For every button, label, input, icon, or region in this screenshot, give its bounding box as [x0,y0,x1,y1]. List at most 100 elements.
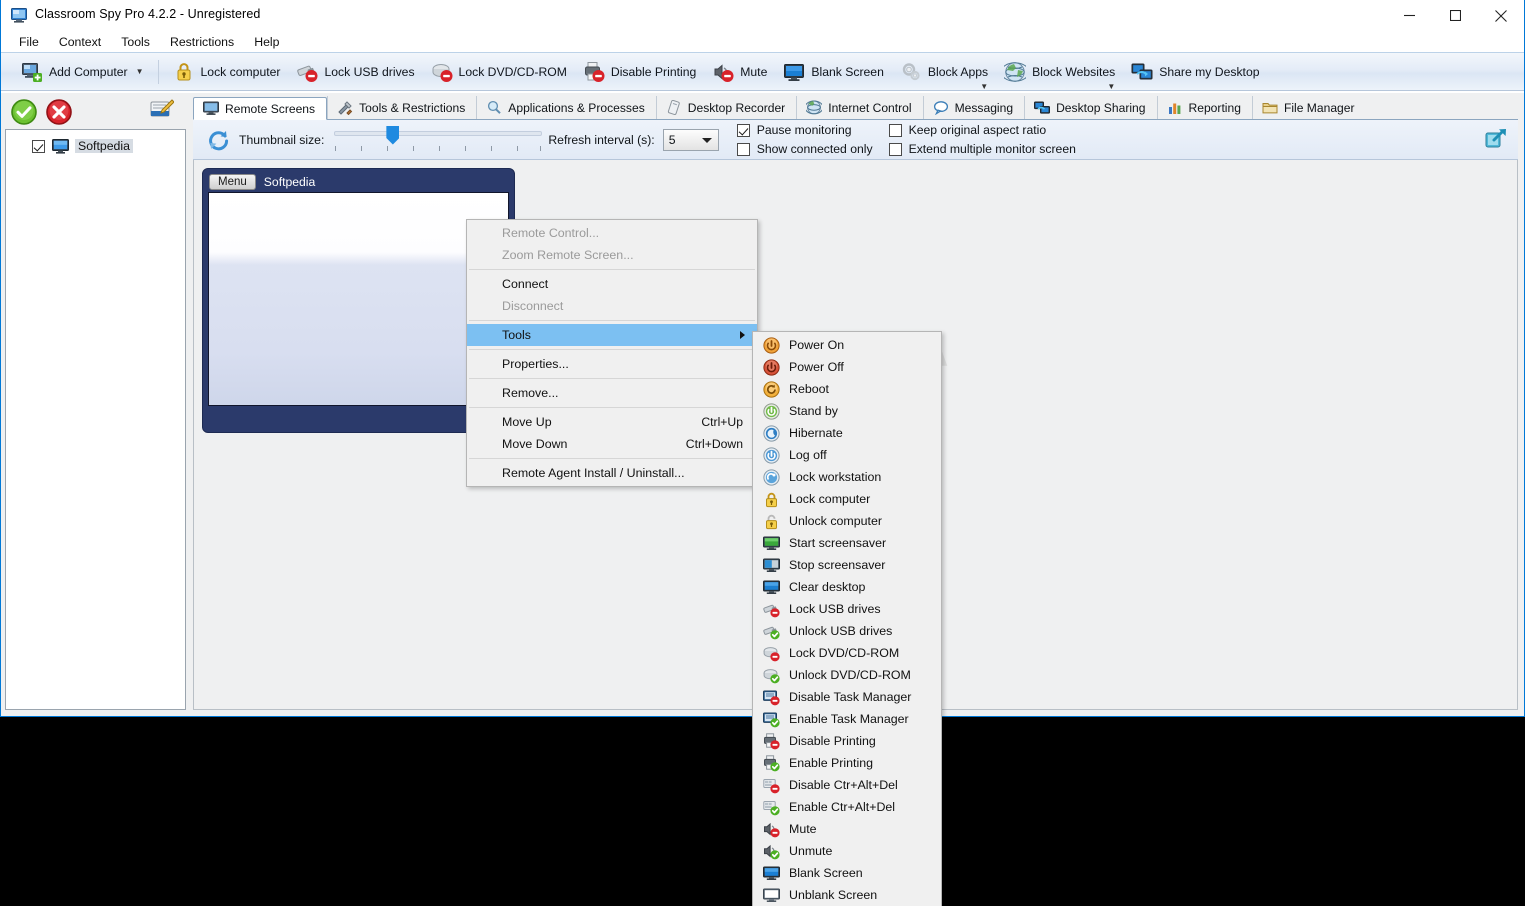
checkbox-show-connected-only[interactable]: Show connected only [736,140,873,159]
speaker-allow-icon [763,843,780,860]
submenu-item-stop-screensaver[interactable]: Stop screensaver [753,554,941,576]
context-menu-item-remove[interactable]: Remove... [467,382,757,404]
thumbnail-size-slider[interactable] [334,125,543,155]
refresh-icon[interactable] [205,127,231,153]
speaker-deny-icon [712,61,734,83]
submenu-item-lock-workstation[interactable]: Lock workstation [753,466,941,488]
submenu-item-enable-task-manager[interactable]: Enable Task Manager [753,708,941,730]
chevron-down-icon[interactable]: ▼ [136,67,144,76]
menu-tools[interactable]: Tools [111,33,160,51]
submenu-item-disable-task-manager[interactable]: Disable Task Manager [753,686,941,708]
tab-file-manager[interactable]: File Manager [1251,96,1366,119]
computer-tree[interactable]: Softpedia [5,129,186,710]
submenu-item-enable-ctrl-alt-del[interactable]: Enable Ctr+Alt+Del [753,796,941,818]
context-menu-item-connect[interactable]: Connect [467,273,757,295]
submenu-item-log-off[interactable]: Log off [753,444,941,466]
tab-internet-control[interactable]: Internet Control [796,96,922,119]
chevron-down-icon[interactable] [701,137,712,143]
menu-context[interactable]: Context [49,33,111,51]
submenu-item-lock-computer[interactable]: Lock computer [753,488,941,510]
thumbnail-menu-button[interactable]: Menu [209,174,256,190]
chevron-down-icon[interactable]: ▼ [1107,82,1115,91]
tab-desktop-sharing[interactable]: Desktop Sharing [1024,96,1156,119]
tab-remote-screens[interactable]: Remote Screens [193,97,328,120]
submenu-item-unlock-computer[interactable]: Unlock computer [753,510,941,532]
minimize-button[interactable] [1386,0,1432,31]
checkbox-box[interactable] [736,123,750,137]
submenu-item-lock-usb-drives[interactable]: Lock USB drives [753,598,941,620]
submenu-item-disable-ctrl-alt-del[interactable]: Disable Ctr+Alt+Del [753,774,941,796]
submenu-item-label: Log off [789,448,827,462]
thumbnail-screen-preview[interactable] [208,192,509,406]
submenu-item-power-off[interactable]: Power Off [753,356,941,378]
checkbox-box[interactable] [888,123,902,137]
submenu-item-mute[interactable]: Mute [753,818,941,840]
submenu-item-hibernate[interactable]: Hibernate [753,422,941,444]
list-item[interactable]: Softpedia [10,136,181,156]
checkbox-box[interactable] [888,142,902,156]
toolbar-block-websites[interactable]: Block Websites ▼ [996,57,1123,91]
tab-tools-restrictions[interactable]: Tools & Restrictions [327,96,476,119]
submenu-item-enable-printing[interactable]: Enable Printing [753,752,941,774]
context-menu-item-tools[interactable]: Tools [467,324,757,346]
submenu-item-disable-printing[interactable]: Disable Printing [753,730,941,752]
toolbar-disable-printing[interactable]: Disable Printing [575,57,704,87]
toolbar-share-desktop[interactable]: Share my Desktop [1123,57,1267,87]
toolbar-lock-computer[interactable]: Lock computer [165,57,289,87]
submenu-item-label: Lock computer [789,492,871,506]
maximize-button[interactable] [1432,0,1478,31]
red-x-icon[interactable] [46,99,72,125]
checkbox-pause-monitoring[interactable]: Pause monitoring [736,121,873,140]
slider-handle[interactable] [386,125,400,145]
main-toolbar: Add Computer ▼ Lock computer Lock USB dr… [1,53,1524,91]
toolbar-add-computer[interactable]: Add Computer ▼ [13,57,152,87]
checkbox-box[interactable] [736,142,750,156]
submenu-item-clear-desktop[interactable]: Clear desktop [753,576,941,598]
context-menu-item-remote-agent[interactable]: Remote Agent Install / Uninstall... [467,462,757,484]
context-menu-item-zoom-remote-screen[interactable]: Zoom Remote Screen... [467,244,757,266]
toolbar-lock-dvd[interactable]: Lock DVD/CD-ROM [423,57,575,87]
refresh-interval-select[interactable]: 5 [662,128,719,151]
submenu-item-unblank-screen[interactable]: Unblank Screen [753,884,941,906]
checkbox-label: Extend multiple monitor screen [908,142,1076,156]
context-menu-item-move-up[interactable]: Move Up Ctrl+Up [467,411,757,433]
context-menu-item-remote-control[interactable]: Remote Control... [467,222,757,244]
submenu-item-unlock-dvd[interactable]: Unlock DVD/CD-ROM [753,664,941,686]
expand-arrow-icon[interactable] [1484,127,1508,151]
edit-list-icon[interactable] [150,99,174,121]
toolbar-block-apps[interactable]: Block Apps ▼ [892,57,996,91]
computer-checkbox[interactable] [32,139,45,153]
tab-reporting[interactable]: Reporting [1156,96,1252,119]
close-button[interactable] [1478,0,1524,31]
submenu-item-start-screensaver[interactable]: Start screensaver [753,532,941,554]
checkbox-extend-multi-monitor[interactable]: Extend multiple monitor screen [888,140,1076,159]
context-menu-item-properties[interactable]: Properties... [467,353,757,375]
toolbar-mute[interactable]: Mute [704,57,775,87]
menu-help[interactable]: Help [244,33,289,51]
chevron-down-icon[interactable]: ▼ [980,82,988,91]
slider-track [334,130,543,136]
menu-file[interactable]: File [9,33,49,51]
tab-messaging[interactable]: Messaging [922,96,1025,119]
submenu-item-reboot[interactable]: Reboot [753,378,941,400]
submenu-item-unmute[interactable]: Unmute [753,840,941,862]
toolbar-lock-usb[interactable]: Lock USB drives [288,57,422,87]
tab-desktop-recorder[interactable]: Desktop Recorder [655,96,796,119]
menu-restrictions[interactable]: Restrictions [160,33,244,51]
submenu-item-unlock-usb-drives[interactable]: Unlock USB drives [753,620,941,642]
toolbar-blank-screen-label: Blank Screen [811,64,884,79]
tab-applications-processes[interactable]: Applications & Processes [476,96,655,119]
submenu-item-lock-dvd[interactable]: Lock DVD/CD-ROM [753,642,941,664]
submenu-item-power-on[interactable]: Power On [753,334,941,356]
disc-allow-icon [763,667,780,684]
screensaver-stop-icon [763,557,780,574]
green-check-icon[interactable] [11,99,37,125]
submenu-item-label: Stand by [789,404,838,418]
checkbox-keep-aspect-ratio[interactable]: Keep original aspect ratio [888,121,1076,140]
toolbar-blank-screen[interactable]: Blank Screen [775,57,892,87]
context-menu-item-disconnect[interactable]: Disconnect [467,295,757,317]
submenu-item-stand-by[interactable]: Stand by [753,400,941,422]
context-menu-item-move-down[interactable]: Move Down Ctrl+Down [467,433,757,455]
hibernate-icon [763,424,780,442]
submenu-item-blank-screen[interactable]: Blank Screen [753,862,941,884]
